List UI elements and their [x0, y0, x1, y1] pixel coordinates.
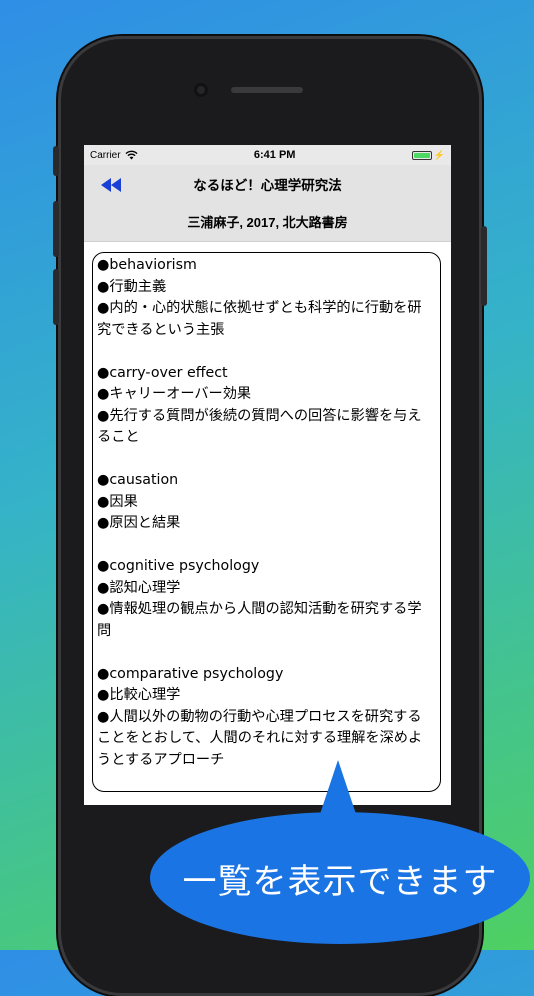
term-definition: ●情報処理の観点から人間の認知活動を研究する学問	[97, 601, 422, 639]
charging-icon: ⚡	[433, 149, 445, 160]
wifi-icon	[125, 150, 138, 160]
glossary-entry: ●causation ●因果 ●原因と結果	[97, 470, 434, 535]
front-camera	[194, 83, 208, 97]
term-english: ●carry-over effect	[97, 364, 228, 381]
battery-icon	[411, 150, 432, 160]
glossary-text-view[interactable]: ●behaviorism ●行動主義 ●内的・心的状態に依拠せずとも科学的に行動を研…	[92, 252, 441, 792]
book-title: なるほど！心理学研究法	[193, 178, 342, 193]
clock: 6:41 PM	[253, 149, 296, 161]
term-english: ●comparative psychology	[97, 665, 284, 682]
term-definition: ●内的・心的状態に依拠せずとも科学的に行動を研究できるという主張	[97, 300, 422, 338]
term-japanese: ●因果	[97, 493, 138, 510]
earpiece-speaker	[231, 87, 303, 93]
battery-indicator: ⚡	[411, 149, 445, 161]
volume-down-button	[53, 269, 59, 325]
term-definition: ●人間以外の動物の行動や心理プロセスを研究することをとおして、人間のそれに対する…	[97, 708, 423, 768]
term-english: ●causation	[97, 472, 179, 488]
glossary-entry: ●cognitive psychology ●認知心理学 ●情報処理の観点から人間の…	[97, 556, 434, 642]
mute-switch	[53, 146, 59, 176]
term-definition: ●先行する質問が後続の質問への回答に影響を与えること	[97, 407, 422, 446]
carrier-label: Carrier	[90, 149, 121, 161]
term-definition: ●原因と結果	[97, 515, 181, 531]
term-english: ●cognitive psychology	[97, 558, 260, 574]
book-citation: 三浦麻子, 2017, 北大路書房	[187, 215, 348, 230]
term-japanese: ●行動主義	[97, 278, 167, 295]
glossary-entry: ●carry-over effect ●キャリーオーバー効果 ●先行する質問が後続の…	[97, 363, 434, 449]
power-button	[481, 226, 487, 306]
glossary-entry: ●comparative psychology ●比較心理学 ●人間以外の動物の行動…	[97, 664, 434, 772]
volume-up-button	[53, 201, 59, 257]
callout-text: 一覧を表示できます	[182, 861, 498, 902]
callout-tail	[318, 760, 358, 820]
navigation-header: なるほど！心理学研究法 三浦麻子, 2017, 北大路書房	[84, 165, 451, 242]
glossary-entry: ●behaviorism ●行動主義 ●内的・心的状態に依拠せずとも科学的に行動を研…	[97, 255, 434, 341]
app-screen: Carrier 6:41 PM ⚡ なるほど！心理学研究法 三浦麻子, 2017…	[84, 145, 451, 805]
term-japanese: ●認知心理学	[97, 579, 181, 596]
term-japanese: ●キャリーオーバー効果	[97, 386, 252, 402]
term-japanese: ●比較心理学	[97, 687, 181, 703]
status-bar: Carrier 6:41 PM ⚡	[84, 145, 451, 165]
term-english: ●behaviorism	[97, 257, 197, 273]
